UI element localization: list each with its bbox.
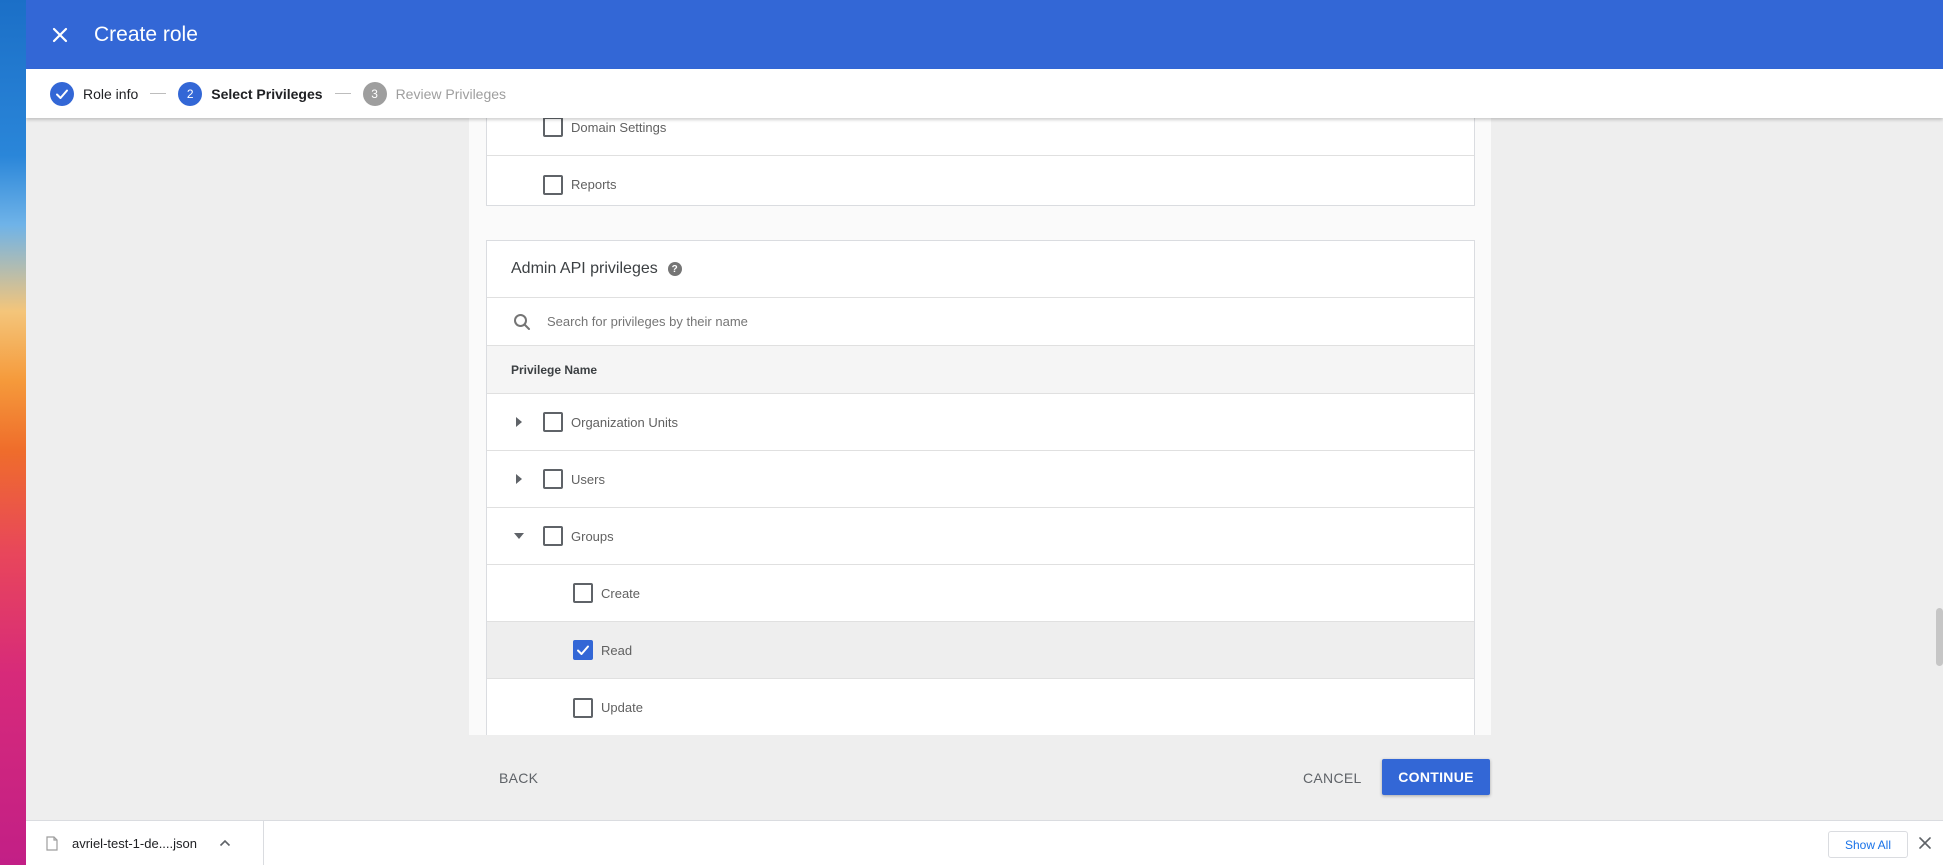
list-item-groups[interactable]: Groups — [487, 508, 1474, 565]
privilege-label: Organization Units — [571, 414, 678, 430]
search-input[interactable] — [547, 314, 1147, 329]
desktop-wallpaper — [0, 0, 26, 865]
show-all-button[interactable]: Show All — [1828, 831, 1908, 858]
step-label: Select Privileges — [211, 85, 323, 102]
privilege-label: Create — [601, 585, 641, 601]
close-icon[interactable] — [1919, 837, 1931, 849]
step-select-privileges[interactable]: 2 Select Privileges — [178, 81, 323, 106]
continue-button[interactable]: CONTINUE — [1382, 759, 1490, 795]
step-role-info[interactable]: Role info — [50, 81, 139, 106]
caret-right-icon[interactable] — [513, 473, 525, 485]
back-button[interactable]: BACK — [499, 770, 538, 786]
column-header: Privilege Name — [487, 346, 1474, 394]
privilege-label: Update — [601, 700, 643, 715]
download-bar: avriel-test-1-de....json Show All — [26, 820, 1943, 865]
step-divider — [150, 93, 167, 94]
file-icon — [46, 835, 58, 851]
dialog-title: Create role — [94, 22, 198, 46]
checkbox[interactable] — [573, 697, 593, 718]
privilege-label: Domain Settings — [571, 119, 667, 135]
caret-down-icon[interactable] — [513, 530, 525, 542]
admin-api-privileges-panel: Admin API privileges ? Privilege Name Or… — [486, 240, 1475, 735]
check-icon — [577, 645, 589, 655]
privilege-label: Groups — [571, 528, 614, 544]
scrollbar-thumb[interactable] — [1936, 608, 1943, 666]
privileges-scroll-area[interactable]: Domain Settings Reports Admin API privil… — [469, 118, 1491, 735]
checkbox[interactable] — [543, 118, 563, 137]
cancel-button[interactable]: CANCEL — [1303, 770, 1362, 786]
help-icon[interactable]: ? — [667, 262, 682, 276]
list-item-create[interactable]: Create — [487, 565, 1474, 622]
download-item[interactable]: avriel-test-1-de....json — [26, 820, 264, 865]
privilege-label: Reports — [571, 177, 617, 192]
panel-header: Admin API privileges ? — [487, 241, 1474, 298]
step-number: 3 — [362, 81, 387, 106]
check-icon — [50, 81, 74, 106]
list-item-read[interactable]: Read — [487, 622, 1474, 679]
download-file-name: avriel-test-1-de....json — [72, 835, 197, 851]
console-privileges-panel: Domain Settings Reports — [486, 118, 1475, 206]
step-review-privileges[interactable]: 3 Review Privileges — [362, 81, 507, 106]
step-label: Review Privileges — [395, 85, 507, 102]
step-number: 2 — [178, 81, 203, 106]
checkbox[interactable] — [573, 583, 593, 603]
panel-title: Admin API privileges — [511, 260, 658, 277]
caret-right-icon[interactable] — [513, 416, 525, 428]
chevron-up-icon[interactable] — [219, 839, 231, 847]
list-item[interactable]: Domain Settings — [487, 118, 1474, 156]
list-item-organization-units[interactable]: Organization Units — [487, 394, 1474, 451]
checkbox[interactable] — [543, 469, 563, 489]
dialog-footer: BACK CANCEL CONTINUE — [469, 735, 1491, 810]
dialog-header: Create role — [26, 0, 1943, 69]
checkbox[interactable] — [543, 526, 563, 546]
step-divider — [334, 93, 351, 94]
list-item-users[interactable]: Users — [487, 451, 1474, 508]
privilege-label: Users — [571, 471, 605, 487]
list-item-update[interactable]: Update — [487, 679, 1474, 735]
stepper: Role info 2 Select Privileges 3 Review P… — [26, 69, 1943, 118]
search-icon — [513, 313, 531, 331]
app-window: Create role Role info 2 Select Privilege… — [26, 0, 1943, 865]
search-bar — [487, 298, 1474, 346]
checkbox[interactable] — [543, 412, 563, 432]
checkbox[interactable] — [543, 174, 563, 195]
list-item[interactable]: Reports — [487, 156, 1474, 213]
step-label: Role info — [83, 85, 139, 102]
checkbox-checked[interactable] — [573, 640, 593, 660]
privilege-label: Read — [601, 642, 633, 658]
close-icon[interactable] — [48, 23, 72, 47]
